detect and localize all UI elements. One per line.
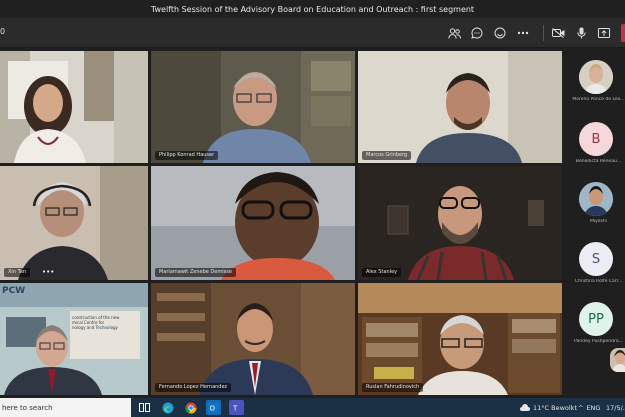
- clock[interactable]: 17/5/...: [606, 398, 625, 417]
- opcw-logo-text: PCW: [2, 286, 26, 296]
- video-tile[interactable]: Marcos Grinberg: [358, 51, 562, 163]
- video-tile[interactable]: Ruslan Fahrudinovich: [358, 283, 562, 395]
- rail-participant-name: Christina Rolfe Carr...: [574, 279, 623, 284]
- rail-participant-name: Benedicta Reneau...: [575, 159, 622, 164]
- meeting-toolbar: 0: [0, 18, 625, 48]
- more-icon[interactable]: [515, 25, 531, 41]
- rail-participant-name: Miyoshi: [590, 219, 607, 224]
- leave-button[interactable]: [621, 24, 625, 42]
- taskbar-search[interactable]: here to search: [0, 398, 131, 417]
- video-tile[interactable]: PCW construction of the new mical Centre…: [0, 283, 148, 395]
- taskbar: here to search O T 11°C Bewolkt ^ ENG 17…: [0, 398, 625, 417]
- outlook-icon[interactable]: O: [206, 400, 221, 415]
- rail-participant-name: Moreno Ponce de Leo...: [572, 97, 625, 102]
- participant-rail: Moreno Ponce de Leo... B Benedicta Renea…: [572, 48, 625, 398]
- weather-widget[interactable]: 11°C Bewolkt: [520, 398, 577, 417]
- task-view-icon[interactable]: [137, 400, 152, 415]
- window-title: Twelfth Session of the Advisory Board on…: [150, 4, 475, 14]
- participant-name-tag: Xin Tan: [4, 268, 31, 277]
- participant-name-tag: Alex Stanley: [362, 268, 402, 277]
- participant-name-tag: Marcos Grinberg: [362, 151, 412, 160]
- participant-name-tag: Fernando Lopez Hernandez: [155, 383, 232, 392]
- meeting-timer: 0: [0, 27, 6, 36]
- video-tile[interactable]: Xin Tan •••: [0, 166, 148, 280]
- chat-icon[interactable]: [469, 25, 485, 41]
- mic-icon[interactable]: [573, 25, 589, 41]
- rail-participant[interactable]: PP Pandey Pushpendra...: [572, 292, 625, 352]
- tray-icons[interactable]: ^ ENG: [578, 398, 600, 417]
- avatar: [579, 182, 613, 216]
- video-tile[interactable]: Alex Stanley: [358, 166, 562, 280]
- window-title-bar: Twelfth Session of the Advisory Board on…: [0, 0, 625, 18]
- people-icon[interactable]: [446, 25, 462, 41]
- teams-icon[interactable]: T: [229, 400, 244, 415]
- weather-text: 11°C Bewolkt: [533, 403, 577, 412]
- rail-participant[interactable]: S Christina Rolfe Carr...: [572, 232, 625, 292]
- share-icon[interactable]: [596, 25, 612, 41]
- banner-text: construction of the new mical Centre for…: [72, 315, 120, 330]
- svg-text:O: O: [210, 405, 216, 413]
- chrome-icon[interactable]: [183, 400, 198, 415]
- video-tile[interactable]: Fernando Lopez Hernandez: [151, 283, 355, 395]
- rail-participant-name: Pandey Pushpendra...: [574, 339, 623, 344]
- video-tile[interactable]: [0, 51, 148, 163]
- avatar: S: [579, 242, 613, 276]
- chevron-up-icon[interactable]: ^: [578, 404, 583, 412]
- camera-icon[interactable]: [550, 25, 566, 41]
- avatar: [579, 60, 613, 94]
- reactions-icon[interactable]: [492, 25, 508, 41]
- self-view-thumbnail[interactable]: [610, 348, 625, 372]
- rail-participant[interactable]: B Benedicta Reneau...: [572, 112, 625, 172]
- video-tile[interactable]: Philipp Konrad Hauser: [151, 51, 355, 163]
- participant-name-tag: Ruslan Fahrudinovich: [362, 383, 424, 392]
- more-options-icon[interactable]: •••: [42, 268, 54, 277]
- svg-text:T: T: [232, 405, 238, 413]
- avatar: PP: [579, 302, 613, 336]
- toolbar-divider: [543, 25, 544, 41]
- language-indicator[interactable]: ENG: [586, 404, 600, 412]
- date-text: 17/5/...: [606, 403, 625, 412]
- video-tile[interactable]: Mariamawit Zenebe Demisse: [151, 166, 355, 280]
- rail-participant[interactable]: Miyoshi: [572, 172, 625, 232]
- edge-icon[interactable]: [160, 400, 175, 415]
- rail-participant[interactable]: Moreno Ponce de Leo...: [572, 50, 625, 110]
- search-placeholder: here to search: [2, 403, 53, 412]
- video-grid: Philipp Konrad Hauser Marcos Grinberg Xi…: [0, 48, 572, 398]
- participant-name-tag: Mariamawit Zenebe Demisse: [155, 268, 236, 277]
- participant-name-tag: Philipp Konrad Hauser: [155, 151, 219, 160]
- avatar: B: [579, 122, 613, 156]
